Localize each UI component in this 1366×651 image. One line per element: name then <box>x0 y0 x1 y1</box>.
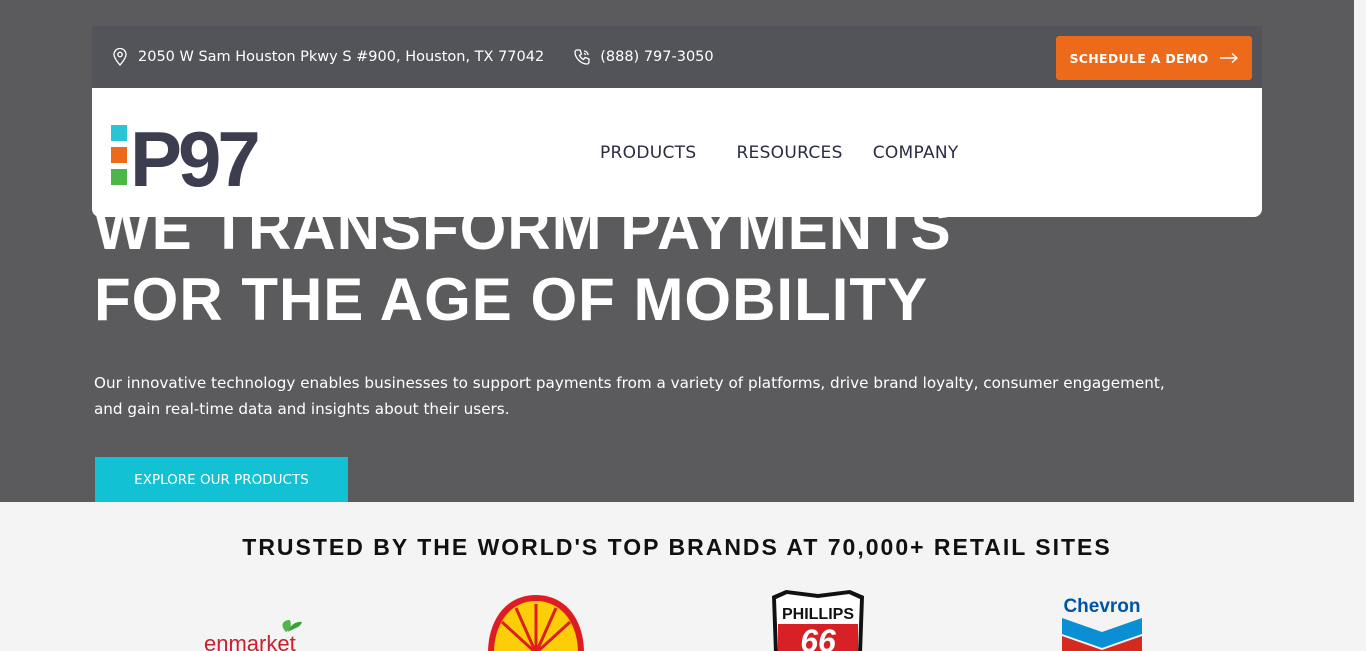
schedule-demo-button[interactable]: SCHEDULE A DEMO <box>1056 36 1252 80</box>
phone-icon <box>572 47 592 67</box>
svg-text:PHILLIPS: PHILLIPS <box>782 606 854 623</box>
nav-item-resources[interactable]: RESOURCES <box>736 143 842 163</box>
explore-products-button[interactable]: EXPLORE OUR PRODUCTS <box>95 457 348 502</box>
phone-item[interactable]: (888) 797-3050 <box>572 47 714 67</box>
schedule-demo-label: SCHEDULE A DEMO <box>1069 50 1209 66</box>
svg-text:P97: P97 <box>130 122 257 188</box>
arrow-right-icon <box>1219 52 1239 64</box>
hero-headline: WE TRANSFORM PAYMENTS FOR THE AGE OF MOB… <box>94 193 1094 335</box>
top-info-bar: 2050 W Sam Houston Pkwy S #900, Houston,… <box>92 26 1262 88</box>
trusted-title: TRUSTED BY THE WORLD'S TOP BRANDS AT 70,… <box>242 534 1112 560</box>
scrollbar-track[interactable] <box>1354 0 1366 502</box>
enmarket-logo: enmarket <box>200 616 310 651</box>
primary-nav: PRODUCTS RESOURCES COMPANY <box>600 143 959 163</box>
p97-logo[interactable]: P97 <box>110 115 270 203</box>
hero-description: Our innovative technology enables busine… <box>94 374 1165 418</box>
svg-text:66: 66 <box>800 623 836 651</box>
nav-item-products[interactable]: PRODUCTS <box>600 143 696 163</box>
map-pin-icon <box>110 47 130 67</box>
hero-section: 2050 W Sam Houston Pkwy S #900, Houston,… <box>0 0 1354 502</box>
headline-line-1: WE TRANSFORM PAYMENTS <box>94 195 952 262</box>
phillips66-logo: PHILLIPS 66 <box>768 588 868 651</box>
shell-logo <box>486 590 586 651</box>
chevron-logo: Chevron <box>1058 592 1146 651</box>
headline-line-2: FOR THE AGE OF MOBILITY <box>94 266 929 333</box>
nav-item-company[interactable]: COMPANY <box>873 143 959 163</box>
svg-text:Chevron: Chevron <box>1063 596 1140 617</box>
phone-text: (888) 797-3050 <box>600 49 714 65</box>
address-text: 2050 W Sam Houston Pkwy S #900, Houston,… <box>138 49 545 65</box>
trusted-brands-section: TRUSTED BY THE WORLD'S TOP BRANDS AT 70,… <box>0 502 1354 651</box>
svg-text:enmarket: enmarket <box>204 631 296 651</box>
address-item[interactable]: 2050 W Sam Houston Pkwy S #900, Houston,… <box>110 47 544 67</box>
